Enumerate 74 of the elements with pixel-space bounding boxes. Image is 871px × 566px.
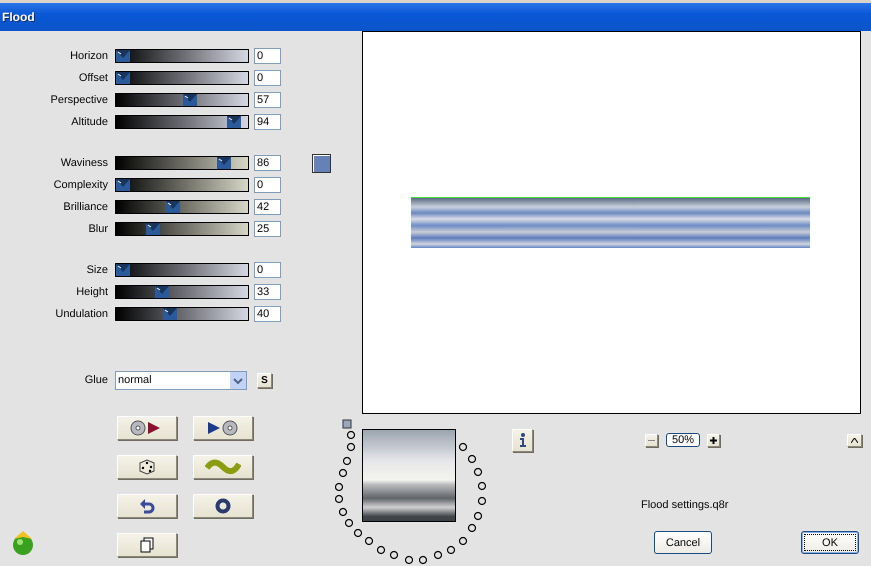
slider-track[interactable] [115, 222, 249, 236]
value-field[interactable]: 0 [254, 177, 281, 193]
slider-thumb[interactable] [116, 264, 130, 276]
info-button[interactable] [512, 428, 533, 452]
value-field[interactable]: 86 [254, 155, 281, 171]
glue-label: Glue [84, 374, 108, 386]
value-field[interactable]: 33 [254, 284, 281, 300]
slider-label: Size [86, 264, 108, 276]
slider-thumb[interactable] [166, 201, 180, 213]
slider-track[interactable] [115, 307, 249, 321]
undo-icon [139, 498, 155, 514]
slider-label: Waviness [60, 157, 108, 169]
load-preset-button[interactable] [117, 416, 177, 440]
settings-filename: Flood settings.q8r [641, 499, 730, 513]
slider-label: Offset [78, 72, 108, 84]
wave-button[interactable] [193, 455, 253, 479]
slider-label: Perspective [50, 94, 108, 106]
slider-track[interactable] [115, 263, 249, 277]
slider-thumb[interactable] [116, 72, 130, 84]
save-preset-button[interactable] [193, 416, 253, 440]
logo-icon [10, 529, 36, 557]
slider-label: Altitude [70, 116, 108, 128]
slider-track[interactable] [115, 49, 249, 63]
value-field[interactable]: 0 [254, 70, 281, 86]
value-field[interactable]: 0 [254, 48, 281, 64]
slider-thumb[interactable] [146, 223, 160, 235]
plus-icon [710, 436, 717, 444]
slider-track[interactable] [115, 178, 249, 192]
caret-up-icon [851, 438, 858, 442]
slider-track[interactable] [115, 93, 249, 107]
expand-button[interactable] [847, 434, 862, 446]
slider-label: Undulation [54, 308, 108, 320]
copy-button[interactable] [117, 533, 177, 557]
value-field[interactable]: 25 [254, 221, 281, 237]
copy-icon [140, 537, 154, 553]
zoom-out-button[interactable] [645, 434, 658, 446]
slider-thumb[interactable] [116, 50, 130, 62]
value-field[interactable]: 0 [254, 262, 281, 278]
value-field[interactable]: 42 [254, 199, 281, 215]
ok-button[interactable]: OK [801, 531, 859, 554]
slider-thumb[interactable] [217, 157, 231, 169]
slider-thumb[interactable] [155, 286, 169, 298]
undo-button[interactable] [117, 494, 177, 518]
info-icon [518, 433, 526, 447]
cancel-button[interactable]: Cancel [654, 531, 712, 554]
slider-track[interactable] [115, 156, 249, 170]
slider-thumb[interactable] [183, 94, 197, 106]
reset-button[interactable] [193, 494, 253, 518]
color-swatch[interactable] [312, 154, 331, 172]
slider-thumb[interactable] [116, 179, 130, 191]
randomize-button[interactable] [117, 455, 177, 479]
window-title: Flood [2, 10, 35, 24]
glue-dropdown[interactable]: normal [115, 370, 247, 390]
zoom-in-button[interactable] [707, 434, 720, 446]
value-field[interactable]: 57 [254, 92, 281, 108]
s-button[interactable]: S [257, 372, 272, 388]
play-disc-icon [206, 420, 240, 436]
slider-thumb[interactable] [163, 308, 177, 320]
slider-track[interactable] [115, 285, 249, 299]
slider-label: Height [75, 286, 108, 298]
slider-track[interactable] [115, 200, 249, 214]
wave-icon [205, 459, 241, 475]
ring-icon [215, 498, 231, 514]
slider-thumb[interactable] [227, 116, 241, 128]
dice-icon [138, 458, 156, 476]
slider-label: Horizon [69, 50, 108, 62]
zoom-level: 50% [666, 433, 700, 447]
slider-track[interactable] [115, 115, 249, 129]
value-field[interactable]: 94 [254, 114, 281, 130]
slider-track[interactable] [115, 71, 249, 85]
slider-label: Complexity [52, 179, 108, 191]
slider-label: Blur [87, 223, 108, 235]
value-field[interactable]: 40 [254, 306, 281, 322]
slider-label: Brilliance [62, 201, 108, 213]
